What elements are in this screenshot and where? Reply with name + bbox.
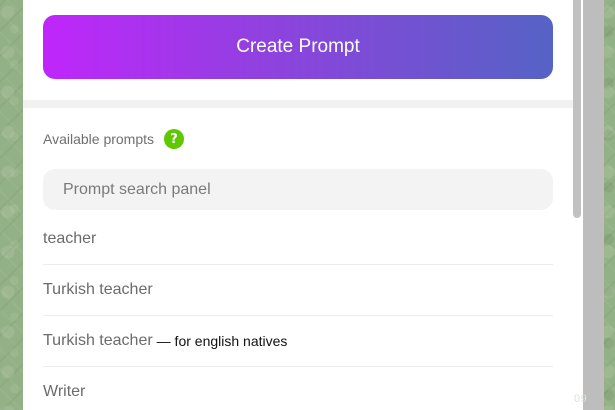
side-text: 09 <box>574 393 588 405</box>
prompt-name: Turkish teacher <box>43 281 153 298</box>
prompt-item-writer[interactable]: Writer <box>43 367 553 410</box>
prompt-list: teacher Turkish teacher Turkish teacher … <box>43 214 553 410</box>
scrollbar-thumb[interactable] <box>573 0 581 218</box>
create-prompt-button[interactable]: Create Prompt <box>43 15 553 79</box>
prompt-item-turkish-teacher-english[interactable]: Turkish teacher — for english natives <box>43 316 553 367</box>
prompt-name: Turkish teacher <box>43 332 153 349</box>
prompt-search-input[interactable] <box>43 169 553 210</box>
help-icon[interactable]: ? <box>164 129 185 149</box>
prompt-name: Writer <box>43 383 86 400</box>
prompt-name: teacher <box>43 230 97 247</box>
available-prompts-header: Available prompts ? <box>43 128 185 150</box>
side-overlay <box>583 0 604 410</box>
prompt-description: — for english natives <box>156 333 288 349</box>
prompts-panel: Create Prompt Available prompts ? teache… <box>23 0 573 410</box>
prompt-item-turkish-teacher[interactable]: Turkish teacher <box>43 265 553 316</box>
section-title: Available prompts <box>43 131 155 147</box>
prompt-item-teacher[interactable]: teacher <box>43 214 553 265</box>
section-divider <box>23 100 573 108</box>
